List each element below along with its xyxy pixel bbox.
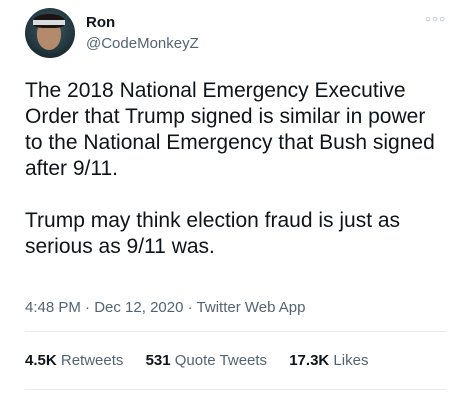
meta-separator: ·: [85, 299, 91, 316]
tweet-paragraph-2: Trump may think election fraud is just a…: [25, 209, 401, 258]
tweet-text: The 2018 National Emergency Executive Or…: [25, 78, 445, 260]
likes-count: 17.3K: [289, 352, 330, 369]
retweets-label: Retweets: [60, 352, 124, 369]
retweets-count: 4.5K: [25, 352, 57, 369]
retweets-stat[interactable]: 4.5K Retweets: [25, 352, 128, 369]
tweet-card: Ron @CodeMonkeyZ ○○○ The 2018 National E…: [0, 0, 463, 401]
author-handle[interactable]: @CodeMonkeyZ: [86, 35, 199, 52]
avatar-headband: [33, 20, 65, 25]
author-name[interactable]: Ron: [86, 14, 115, 31]
quote-tweets-stat[interactable]: 531 Quote Tweets: [146, 352, 272, 369]
likes-stat[interactable]: 17.3K Likes: [289, 352, 368, 369]
more-options-icon[interactable]: ○○○: [425, 14, 446, 25]
tweet-time[interactable]: 4:48 PM: [25, 299, 81, 316]
meta-separator: ·: [187, 299, 193, 316]
tweet-meta: 4:48 PM · Dec 12, 2020 · Twitter Web App: [25, 299, 305, 316]
quote-tweets-label: Quote Tweets: [174, 352, 268, 369]
likes-label: Likes: [333, 352, 369, 369]
tweet-paragraph-1: The 2018 National Emergency Executive Or…: [25, 79, 435, 180]
engagement-stats: 4.5K Retweets 531 Quote Tweets 17.3K Lik…: [25, 352, 386, 369]
tweet-source[interactable]: Twitter Web App: [197, 299, 306, 316]
divider: [25, 389, 446, 390]
quote-tweets-count: 531: [145, 352, 171, 369]
avatar[interactable]: [25, 8, 75, 58]
divider: [25, 331, 446, 332]
tweet-date[interactable]: Dec 12, 2020: [94, 299, 183, 316]
